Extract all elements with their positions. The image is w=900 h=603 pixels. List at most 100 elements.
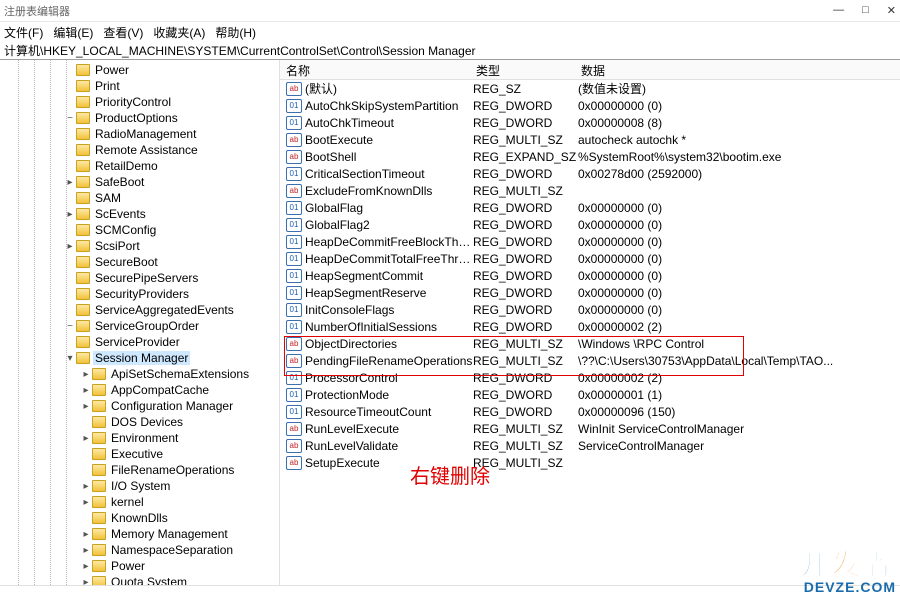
tree-item[interactable]: SecureBoot — [0, 254, 279, 270]
expand-icon[interactable]: ▸ — [64, 241, 76, 252]
tree-item[interactable]: SecurityProviders — [0, 286, 279, 302]
list-row[interactable]: abExcludeFromKnownDllsREG_MULTI_SZ — [280, 182, 900, 199]
tree-item[interactable]: ▸ScsiPort — [0, 238, 279, 254]
value-type: REG_DWORD — [473, 388, 578, 402]
tree-item[interactable]: SCMConfig — [0, 222, 279, 238]
tree-item[interactable]: ▸ SafeBoot — [0, 174, 279, 190]
tree-item[interactable]: SAM — [0, 190, 279, 206]
minimize-button[interactable]: — — [833, 4, 844, 17]
tree-item[interactable]: ▸kernel — [0, 494, 279, 510]
expand-icon[interactable]: ▸ — [80, 561, 92, 572]
list-row[interactable]: 01GlobalFlag2REG_DWORD0x00000000 (0) — [280, 216, 900, 233]
value-type: REG_DWORD — [473, 99, 578, 113]
tree-item-label: SafeBoot — [93, 175, 146, 189]
list-row[interactable]: abSetupExecuteREG_MULTI_SZ — [280, 454, 900, 471]
tree-item[interactable]: −ProductOptions — [0, 110, 279, 126]
expand-icon[interactable]: ▸ — [64, 177, 76, 188]
list-row[interactable]: abObjectDirectoriesREG_MULTI_SZ\Windows … — [280, 335, 900, 352]
folder-icon — [76, 208, 90, 220]
tree-item[interactable]: ▸ApiSetSchemaExtensions — [0, 366, 279, 382]
menu-help[interactable]: 帮助(H) — [215, 24, 256, 41]
list-row[interactable]: 01ResourceTimeoutCountREG_DWORD0x0000009… — [280, 403, 900, 420]
list-row[interactable]: 01ProtectionModeREG_DWORD0x00000001 (1) — [280, 386, 900, 403]
expand-icon[interactable]: ▸ — [80, 369, 92, 380]
tree-item[interactable]: ▸Power — [0, 558, 279, 574]
string-icon: ab — [286, 337, 302, 351]
value-data: WinInit ServiceControlManager — [578, 422, 900, 436]
tree-item[interactable]: ▸Environment — [0, 430, 279, 446]
value-name: PendingFileRenameOperations — [305, 354, 473, 368]
tree-item[interactable]: ▸NamespaceSeparation — [0, 542, 279, 558]
expand-icon[interactable]: ▸ — [80, 481, 92, 492]
tree-item[interactable]: FileRenameOperations — [0, 462, 279, 478]
tree-item[interactable]: Remote Assistance — [0, 142, 279, 158]
tree-item[interactable]: DOS Devices — [0, 414, 279, 430]
list-row[interactable]: 01GlobalFlagREG_DWORD0x00000000 (0) — [280, 199, 900, 216]
tree-item[interactable]: Executive — [0, 446, 279, 462]
tree-item[interactable]: ServiceProvider — [0, 334, 279, 350]
tree-item[interactable]: −ServiceGroupOrder — [0, 318, 279, 334]
list-row[interactable]: 01ProcessorControlREG_DWORD0x00000002 (2… — [280, 369, 900, 386]
list-row[interactable]: ab(默认)REG_SZ(数值未设置) — [280, 80, 900, 97]
list-row[interactable]: 01CriticalSectionTimeoutREG_DWORD0x00278… — [280, 165, 900, 182]
expand-icon[interactable]: ▸ — [80, 385, 92, 396]
list-view[interactable]: 名称 类型 数据 ab(默认)REG_SZ(数值未设置)01AutoChkSki… — [280, 60, 900, 585]
tree-item[interactable]: RadioManagement — [0, 126, 279, 142]
tree-item-label: PriorityControl — [93, 95, 173, 109]
tree-item[interactable]: PriorityControl — [0, 94, 279, 110]
list-row[interactable]: abPendingFileRenameOperationsREG_MULTI_S… — [280, 352, 900, 369]
tree-item[interactable]: ▾Session Manager — [0, 350, 279, 366]
tree-item[interactable]: ▸ScEvents — [0, 206, 279, 222]
expand-icon[interactable]: ▸ — [80, 545, 92, 556]
list-row[interactable]: abRunLevelExecuteREG_MULTI_SZWinInit Ser… — [280, 420, 900, 437]
menu-edit[interactable]: 编辑(E) — [53, 24, 93, 41]
tree-item[interactable]: ▸AppCompatCache — [0, 382, 279, 398]
tree-item[interactable]: Power — [0, 62, 279, 78]
close-button[interactable]: ✕ — [887, 4, 896, 17]
tree-item[interactable]: ▸ Configuration Manager — [0, 398, 279, 414]
list-row[interactable]: 01HeapDeCommitFreeBlockThre...REG_DWORD0… — [280, 233, 900, 250]
menu-view[interactable]: 查看(V) — [103, 24, 143, 41]
folder-icon — [76, 160, 90, 172]
value-name: RunLevelValidate — [305, 439, 473, 453]
expand-icon[interactable]: − — [64, 321, 76, 332]
tree-item[interactable]: ▸Memory Management — [0, 526, 279, 542]
expand-icon[interactable]: ▸ — [80, 497, 92, 508]
list-row[interactable]: 01AutoChkTimeoutREG_DWORD0x00000008 (8) — [280, 114, 900, 131]
col-data[interactable]: 数据 — [575, 60, 900, 79]
expand-icon[interactable]: ▸ — [80, 529, 92, 540]
expand-icon[interactable]: ▸ — [80, 433, 92, 444]
col-name[interactable]: 名称 — [280, 60, 470, 79]
menu-file[interactable]: 文件(F) — [4, 24, 43, 41]
tree-item[interactable]: ▸Quota System — [0, 574, 279, 585]
expand-icon[interactable]: ▸ — [80, 577, 92, 586]
list-row[interactable]: abBootShellREG_EXPAND_SZ%SystemRoot%\sys… — [280, 148, 900, 165]
expand-icon[interactable]: ▸ — [64, 209, 76, 220]
tree-item-label: KnownDlls — [109, 511, 170, 525]
tree-item[interactable]: ▸I/O System — [0, 478, 279, 494]
tree-item[interactable]: Print — [0, 78, 279, 94]
maximize-button[interactable]: □ — [862, 4, 869, 17]
tree-view[interactable]: PowerPrintPriorityControl−ProductOptions… — [0, 60, 280, 585]
list-row[interactable]: 01HeapSegmentReserveREG_DWORD0x00000000 … — [280, 284, 900, 301]
expand-icon[interactable]: ▸ — [80, 401, 92, 412]
tree-item[interactable]: KnownDlls — [0, 510, 279, 526]
value-data: 0x00000096 (150) — [578, 405, 900, 419]
tree-item[interactable]: ServiceAggregatedEvents — [0, 302, 279, 318]
expand-icon[interactable]: ▾ — [64, 353, 76, 364]
list-row[interactable]: abRunLevelValidateREG_MULTI_SZServiceCon… — [280, 437, 900, 454]
col-type[interactable]: 类型 — [470, 60, 575, 79]
tree-item[interactable]: SecurePipeServers — [0, 270, 279, 286]
address-bar[interactable]: 计算机\HKEY_LOCAL_MACHINE\SYSTEM\CurrentCon… — [0, 42, 900, 60]
list-row[interactable]: 01NumberOfInitialSessionsREG_DWORD0x0000… — [280, 318, 900, 335]
list-row[interactable]: 01InitConsoleFlagsREG_DWORD0x00000000 (0… — [280, 301, 900, 318]
list-row[interactable]: 01AutoChkSkipSystemPartitionREG_DWORD0x0… — [280, 97, 900, 114]
tree-item[interactable]: RetailDemo — [0, 158, 279, 174]
list-row[interactable]: 01HeapSegmentCommitREG_DWORD0x00000000 (… — [280, 267, 900, 284]
value-type: REG_DWORD — [473, 286, 578, 300]
expand-icon[interactable]: − — [64, 113, 76, 124]
list-row[interactable]: abBootExecuteREG_MULTI_SZautocheck autoc… — [280, 131, 900, 148]
list-row[interactable]: 01HeapDeCommitTotalFreeThre...REG_DWORD0… — [280, 250, 900, 267]
tree-item-label: Configuration Manager — [109, 399, 235, 413]
menu-favorites[interactable]: 收藏夹(A) — [153, 24, 205, 41]
